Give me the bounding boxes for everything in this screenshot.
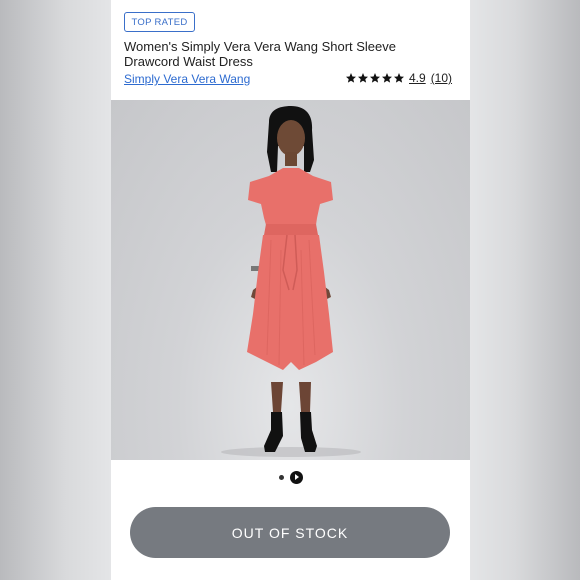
brand-link[interactable]: Simply Vera Vera Wang xyxy=(124,72,250,86)
play-icon[interactable] xyxy=(289,470,303,484)
rating[interactable]: 4.9 (10) xyxy=(345,71,452,85)
star-icon xyxy=(394,73,404,83)
out-of-stock-button: OUT OF STOCK xyxy=(130,507,450,558)
carousel-indicator xyxy=(111,470,470,484)
background-left xyxy=(0,0,111,580)
star-icon xyxy=(370,73,380,83)
product-image[interactable] xyxy=(111,100,470,460)
rating-value[interactable]: 4.9 xyxy=(409,71,426,85)
carousel-dot[interactable] xyxy=(278,474,284,480)
background-right xyxy=(470,0,580,580)
product-card: TOP RATED Women's Simply Vera Vera Wang … xyxy=(111,0,470,580)
star-icon xyxy=(382,73,392,83)
model-photo-icon xyxy=(221,106,361,457)
review-count[interactable]: (10) xyxy=(431,71,452,85)
top-rated-badge: TOP RATED xyxy=(124,12,195,32)
star-icon xyxy=(358,73,368,83)
product-title: Women's Simply Vera Vera Wang Short Slee… xyxy=(124,39,396,69)
star-icon xyxy=(346,73,356,83)
star-rating-icons xyxy=(345,72,405,84)
